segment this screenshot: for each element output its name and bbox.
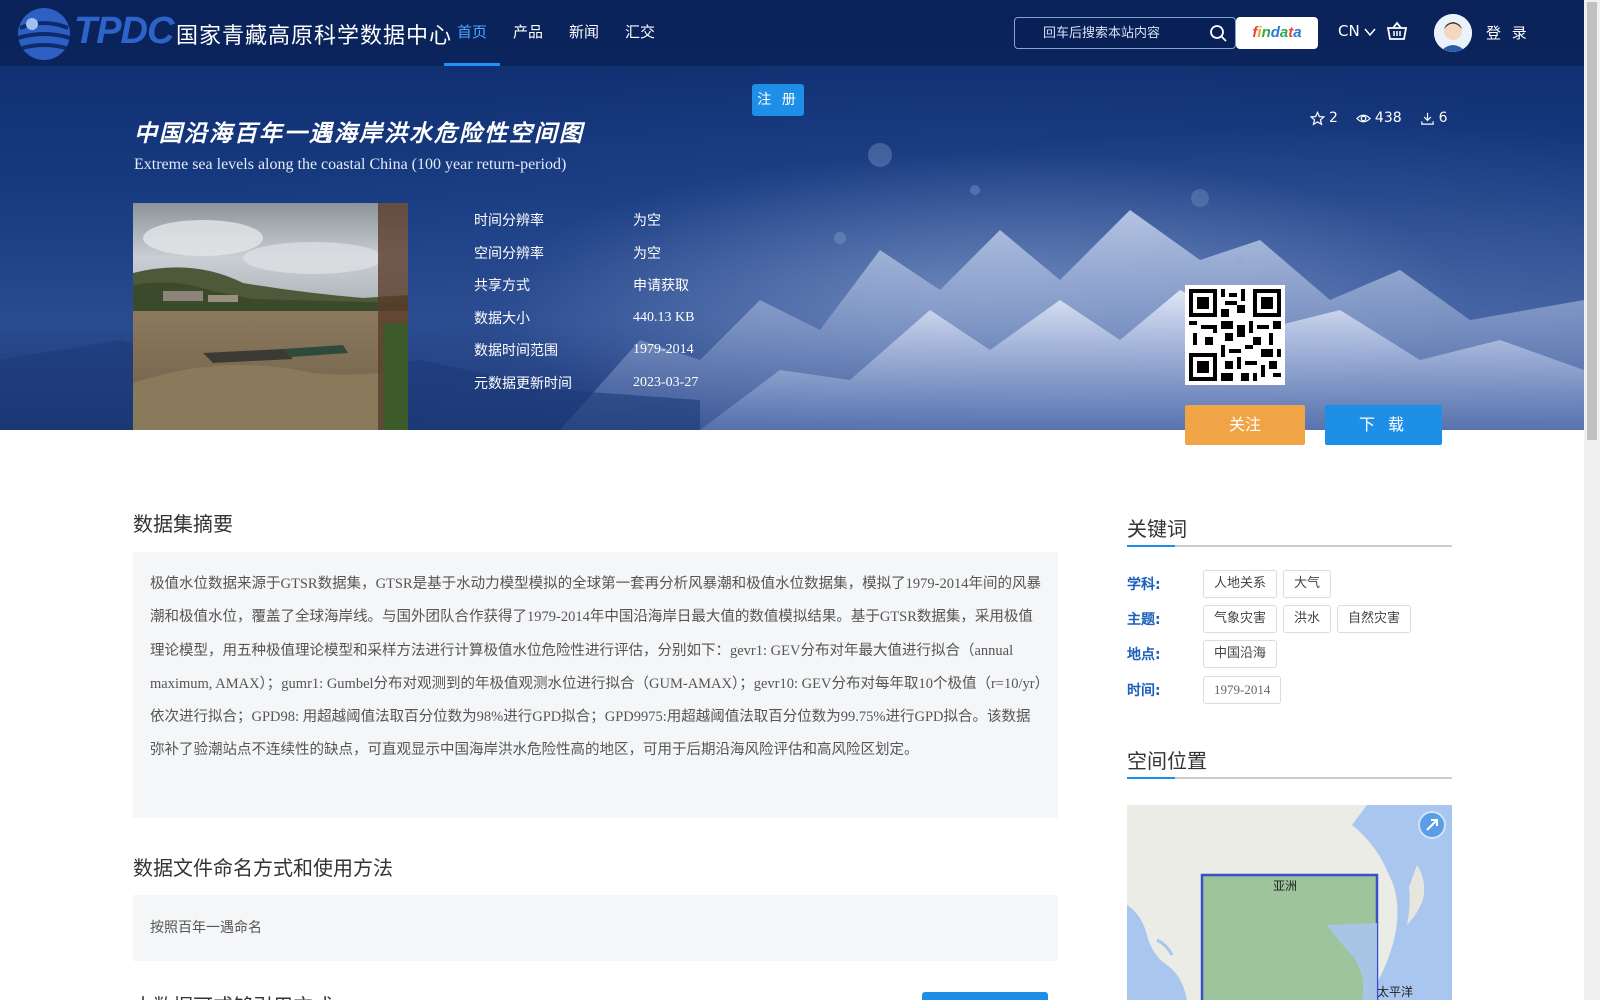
qr-code-icon bbox=[1185, 285, 1285, 385]
meta-value-space-resolution: 为空 bbox=[633, 245, 661, 262]
nav-products[interactable]: 产品 bbox=[500, 0, 556, 66]
keywords-divider bbox=[1127, 545, 1452, 547]
keyword-tag[interactable]: 中国沿海 bbox=[1203, 640, 1278, 668]
keyword-row-time: 时间: 1979-2014 bbox=[1127, 676, 1282, 704]
keyword-label: 主题: bbox=[1127, 612, 1161, 628]
spatial-map[interactable]: 亚洲 太平洋 bbox=[1127, 805, 1452, 1000]
stat-stars: 2 bbox=[1310, 110, 1338, 126]
meta-label-size: 数据大小 bbox=[474, 310, 530, 327]
dataset-thumbnail bbox=[133, 203, 408, 430]
keyword-tag[interactable]: 1979-2014 bbox=[1203, 676, 1282, 704]
meta-label-sharing: 共享方式 bbox=[474, 278, 530, 295]
naming-box: 按照百年一遇命名 bbox=[133, 895, 1058, 961]
meta-value-size: 440.13 KB bbox=[633, 309, 695, 325]
map-canvas: 亚洲 太平洋 bbox=[1127, 805, 1452, 1000]
download-button[interactable]: 下 载 bbox=[1325, 405, 1442, 445]
location-divider bbox=[1127, 777, 1452, 779]
naming-text: 按照百年一遇命名 bbox=[150, 920, 262, 936]
keyword-tags: 人地关系 大气 bbox=[1203, 570, 1332, 598]
meta-value-updated: 2023-03-27 bbox=[633, 374, 699, 390]
meta-row: 元数据更新时间 2023-03-27 bbox=[474, 367, 698, 400]
user-avatar[interactable] bbox=[1434, 14, 1472, 52]
nav-news[interactable]: 新闻 bbox=[556, 0, 612, 66]
stat-downloads-value: 6 bbox=[1438, 110, 1448, 126]
eye-icon bbox=[1355, 114, 1371, 122]
top-header: TPDC 国家青藏高原科学数据中心 首页 产品 新闻 汇交 findata CN bbox=[0, 0, 1584, 66]
keyword-tags: 1979-2014 bbox=[1203, 676, 1282, 704]
meta-row: 空间分辨率 为空 bbox=[474, 237, 698, 270]
language-selector[interactable]: CN bbox=[1338, 22, 1377, 40]
meta-label-updated: 元数据更新时间 bbox=[474, 375, 572, 392]
nav-submit[interactable]: 汇交 bbox=[612, 0, 668, 66]
keyword-row-place: 地点: 中国沿海 bbox=[1127, 640, 1278, 668]
keyword-tag[interactable]: 大气 bbox=[1283, 570, 1332, 598]
meta-label-time-resolution: 时间分辨率 bbox=[474, 213, 544, 230]
meta-row: 数据大小 440.13 KB bbox=[474, 302, 698, 335]
keyword-tag[interactable]: 洪水 bbox=[1283, 605, 1332, 633]
meta-value-sharing: 申请获取 bbox=[633, 278, 689, 295]
scrollbar-thumb[interactable] bbox=[1587, 2, 1597, 440]
nav-home[interactable]: 首页 bbox=[444, 0, 501, 66]
stat-stars-value: 2 bbox=[1329, 110, 1338, 126]
search-box bbox=[1014, 17, 1236, 49]
keywords-title: 关键词 bbox=[1127, 517, 1187, 541]
page-scrollbar[interactable] bbox=[1584, 0, 1600, 1000]
river-photo-image bbox=[133, 203, 408, 430]
dataset-stats: 2 438 6 bbox=[1310, 110, 1448, 126]
dataset-meta-list: 时间分辨率 为空 空间分辨率 为空 共享方式 申请获取 数据大小 440.13 … bbox=[474, 204, 698, 399]
user-avatar-icon bbox=[1434, 14, 1472, 52]
main-nav: 首页 产品 新闻 汇交 bbox=[444, 0, 668, 66]
search-input[interactable] bbox=[1015, 18, 1205, 48]
meta-value-time-range: 1979-2014 bbox=[633, 342, 694, 358]
meta-label-time-range: 数据时间范围 bbox=[474, 343, 558, 360]
meta-row: 共享方式 申请获取 bbox=[474, 269, 698, 302]
logo-text-cn[interactable]: 国家青藏高原科学数据中心 bbox=[176, 18, 452, 50]
download-icon bbox=[1420, 112, 1434, 125]
abstract-box: 极值水位数据来源于GTSR数据集，GTSR是基于水动力模型模拟的全球第一套再分析… bbox=[133, 552, 1058, 818]
qr-code-image bbox=[1185, 285, 1285, 385]
meta-row: 数据时间范围 1979-2014 bbox=[474, 334, 698, 367]
register-button[interactable]: 注 册 bbox=[752, 84, 804, 116]
dataset-title-en: Extreme sea levels along the coastal Chi… bbox=[134, 156, 567, 173]
abstract-text: 极值水位数据来源于GTSR数据集，GTSR是基于水动力模型模拟的全球第一套再分析… bbox=[150, 576, 1042, 759]
keyword-tags: 气象灾害 洪水 自然灾害 bbox=[1203, 605, 1412, 633]
abstract-title: 数据集摘要 bbox=[133, 512, 233, 536]
keyword-tag[interactable]: 人地关系 bbox=[1203, 570, 1278, 598]
search-icon[interactable] bbox=[1209, 24, 1227, 42]
location-title: 空间位置 bbox=[1127, 749, 1207, 773]
findata-button[interactable]: findata bbox=[1236, 17, 1318, 49]
stat-views: 438 bbox=[1355, 110, 1402, 126]
login-link[interactable]: 登 录 bbox=[1486, 22, 1530, 43]
naming-title: 数据文件命名方式和使用方法 bbox=[133, 856, 393, 880]
globe-logo-icon[interactable] bbox=[14, 4, 74, 64]
logo-text-en[interactable]: TPDC bbox=[74, 10, 174, 53]
copy-citation-button[interactable] bbox=[922, 992, 1048, 1000]
map-label-asia: 亚洲 bbox=[1273, 879, 1297, 893]
stat-views-value: 438 bbox=[1374, 110, 1402, 126]
keyword-row-theme: 主题: 气象灾害 洪水 自然灾害 bbox=[1127, 605, 1412, 633]
language-label: CN bbox=[1338, 22, 1360, 40]
follow-button[interactable]: 关注 bbox=[1185, 405, 1305, 445]
star-icon bbox=[1310, 110, 1325, 126]
meta-row: 时间分辨率 为空 bbox=[474, 204, 698, 237]
cart-basket-icon[interactable] bbox=[1386, 20, 1408, 42]
meta-value-time-resolution: 为空 bbox=[633, 213, 661, 230]
keyword-label: 地点: bbox=[1127, 647, 1161, 663]
keyword-label: 学科: bbox=[1127, 577, 1161, 593]
keyword-tags: 中国沿海 bbox=[1203, 640, 1278, 668]
keyword-tag[interactable]: 自然灾害 bbox=[1337, 605, 1412, 633]
expand-map-icon[interactable] bbox=[1418, 811, 1446, 839]
dataset-title-cn: 中国沿海百年一遇海岸洪水危险性空间图 bbox=[134, 121, 584, 147]
keyword-tag[interactable]: 气象灾害 bbox=[1203, 605, 1278, 633]
chevron-down-icon bbox=[1364, 28, 1377, 36]
keyword-row-discipline: 学科: 人地关系 大气 bbox=[1127, 570, 1332, 598]
meta-label-space-resolution: 空间分辨率 bbox=[474, 245, 544, 262]
next-section-title: 本数据可或够引用方式 bbox=[133, 990, 333, 1000]
map-label-pacific: 太平洋 bbox=[1377, 984, 1413, 999]
stat-downloads: 6 bbox=[1420, 110, 1448, 126]
keyword-label: 时间: bbox=[1127, 683, 1161, 699]
